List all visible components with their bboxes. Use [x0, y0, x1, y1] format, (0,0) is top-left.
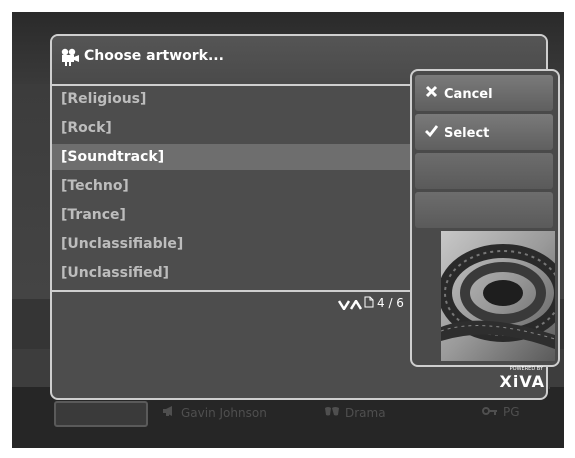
list-item[interactable]: [Unclassifiable] — [52, 231, 416, 257]
select-label: Select — [444, 126, 490, 141]
empty-action-slot — [415, 153, 553, 189]
dialog-title: Choose artwork... — [84, 48, 224, 64]
list-item[interactable]: [Religious] — [52, 86, 416, 112]
key-icon — [482, 405, 498, 419]
film-camera-icon — [60, 48, 79, 66]
checkmark-icon — [425, 114, 439, 150]
action-panel: Cancel Select — [410, 69, 560, 367]
select-button[interactable]: Select — [415, 114, 553, 150]
list-item[interactable]: [Trance] — [52, 202, 416, 228]
cancel-button[interactable]: Cancel — [415, 75, 553, 111]
artwork-preview — [441, 231, 555, 361]
page-indicator: 4 / 6 — [337, 296, 404, 311]
megaphone-icon — [162, 405, 176, 420]
rating-meta: PG — [482, 405, 520, 419]
background-meta-row: Gavin Johnson Drama PG — [54, 401, 554, 427]
list-item[interactable]: [Techno] — [52, 173, 416, 199]
director-name: Gavin Johnson — [181, 406, 267, 420]
tv-screen: ··· Gavin Johnson Drama PG — [12, 12, 564, 448]
page-count: 4 / 6 — [377, 296, 404, 310]
xiva-logo: POWERED BY XiVA — [489, 363, 549, 391]
arrow-down-icon[interactable] — [337, 299, 351, 311]
list-item[interactable]: [Rock] — [52, 115, 416, 141]
rating-value: PG — [503, 405, 520, 419]
list-divider — [52, 290, 416, 292]
director-meta: Gavin Johnson — [162, 405, 267, 420]
list-item-selected[interactable]: [Soundtrack] — [52, 144, 416, 170]
x-icon — [425, 75, 439, 111]
genre-name: Drama — [345, 406, 386, 420]
empty-action-slot — [415, 192, 553, 228]
cancel-label: Cancel — [444, 87, 493, 102]
list-item[interactable]: [Unclassified] — [52, 260, 416, 286]
arrow-up-icon[interactable] — [349, 298, 363, 310]
genre-meta: Drama — [324, 405, 386, 420]
logo-text: XiVA — [500, 372, 546, 391]
page-icon — [364, 296, 374, 311]
theater-masks-icon — [324, 405, 340, 420]
background-thumbnail — [54, 401, 148, 427]
